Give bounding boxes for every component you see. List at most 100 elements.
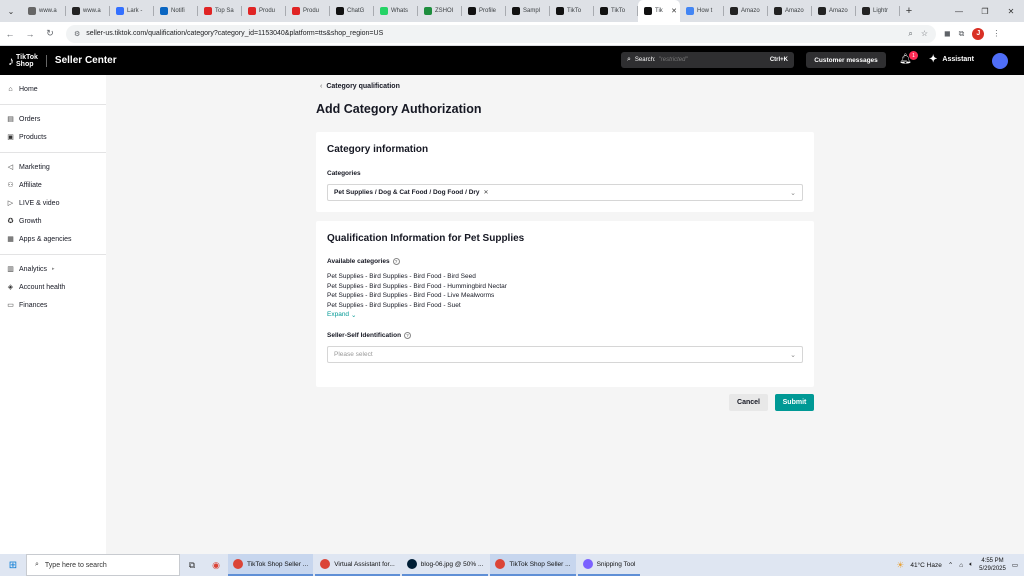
tab-label: Amazo bbox=[741, 8, 760, 14]
browser-tab[interactable]: ChatG bbox=[330, 0, 374, 22]
taskbar-app-button[interactable]: blog-06.jpg @ 50% ... bbox=[401, 554, 489, 576]
new-tab-button[interactable]: + bbox=[900, 5, 918, 17]
browser-tab[interactable]: Tik ✕ bbox=[638, 0, 680, 22]
taskbar-app-label: TikTok Shop Seller ... bbox=[247, 560, 309, 568]
app-icon bbox=[406, 559, 417, 569]
sidebar-item-growth[interactable]: ✪ Growth bbox=[0, 212, 106, 230]
browser-tab[interactable]: How t bbox=[680, 0, 724, 22]
logo-line2: Shop bbox=[16, 60, 34, 68]
user-avatar[interactable] bbox=[992, 53, 1008, 69]
breadcrumb[interactable]: ‹ Category qualification bbox=[320, 83, 400, 90]
browser-tab[interactable]: Lark - bbox=[110, 0, 154, 22]
cancel-button[interactable]: Cancel bbox=[729, 394, 768, 411]
tab-favicon-icon bbox=[862, 7, 870, 15]
sidebar-item-analytics[interactable]: ▥ Analytics ▸ bbox=[0, 260, 106, 278]
help-icon[interactable]: ? bbox=[404, 332, 412, 339]
profile-avatar[interactable]: J bbox=[972, 27, 985, 40]
browser-tab[interactable]: Amazo bbox=[812, 0, 856, 22]
address-bar[interactable]: ⚙ seller-us.tiktok.com/qualification/cat… bbox=[66, 24, 936, 43]
category-chip-label: Pet Supplies / Dog & Cat Food / Dog Food… bbox=[334, 189, 480, 196]
chrome-icon[interactable]: ◉ bbox=[204, 560, 228, 571]
sidebar-item-label: Growth bbox=[19, 217, 42, 225]
sidebar-item-affiliate[interactable]: ⚇ Affiliate bbox=[0, 176, 106, 194]
taskbar-search-input[interactable]: ⌕ Type here to search bbox=[26, 554, 180, 576]
tiktok-shop-logo[interactable]: ♪ TikTok Shop bbox=[8, 54, 38, 68]
tab-label: Notifi bbox=[171, 8, 185, 14]
browser-tab[interactable]: www.a bbox=[66, 0, 110, 22]
browser-tab[interactable]: ZSHOI bbox=[418, 0, 462, 22]
sidebar-item-apps-agencies[interactable]: ▦ Apps & agencies bbox=[0, 230, 106, 248]
taskbar-app-button[interactable]: Snipping Tool bbox=[577, 554, 641, 576]
tab-label: Profile bbox=[479, 8, 497, 14]
extension-icon[interactable]: ◼ bbox=[944, 29, 951, 38]
browser-tab[interactable]: Produ bbox=[286, 0, 330, 22]
browser-tab[interactable]: Amazo bbox=[724, 0, 768, 22]
browser-tab[interactable]: Profile bbox=[462, 0, 506, 22]
products-icon: ▣ bbox=[7, 134, 14, 141]
tab-label: TikTo bbox=[567, 8, 582, 14]
task-view-icon[interactable]: ⧉ bbox=[180, 560, 204, 571]
browser-tab[interactable]: TikTo bbox=[550, 0, 594, 22]
taskbar-app-button[interactable]: TikTok Shop Seller ... bbox=[228, 554, 314, 576]
categories-select[interactable]: Pet Supplies / Dog & Cat Food / Dog Food… bbox=[327, 184, 803, 201]
back-icon[interactable]: ← bbox=[0, 29, 20, 39]
sidebar-item-marketing[interactable]: ◁ Marketing bbox=[0, 158, 106, 176]
category-information-card: Category information Categories Pet Supp… bbox=[316, 132, 814, 212]
close-window-icon[interactable]: ✕ bbox=[998, 0, 1024, 22]
browser-tab[interactable]: Notifi bbox=[154, 0, 198, 22]
weather-text[interactable]: 41°C Haze bbox=[910, 562, 942, 569]
expand-link[interactable]: Expand ⌄ bbox=[327, 311, 357, 319]
browser-tab[interactable]: Whats bbox=[374, 0, 418, 22]
categories-label: Categories bbox=[327, 170, 361, 177]
zoom-icon[interactable]: ⌕ bbox=[908, 29, 912, 39]
site-info-icon[interactable]: ⚙ bbox=[74, 30, 80, 38]
help-icon[interactable]: ? bbox=[392, 258, 400, 265]
reload-icon[interactable]: ↻ bbox=[40, 28, 60, 39]
browser-tab[interactable]: www.a bbox=[22, 0, 66, 22]
browser-tab[interactable]: Produ bbox=[242, 0, 286, 22]
taskbar-app-label: TikTok Shop Seller ... bbox=[509, 560, 571, 568]
customer-messages-button[interactable]: Customer messages bbox=[806, 52, 886, 68]
taskbar-apps: TikTok Shop Seller ... Virtual Assistant … bbox=[228, 554, 642, 576]
url-text: seller-us.tiktok.com/qualification/categ… bbox=[86, 30, 384, 37]
browser-tab[interactable]: TikTo bbox=[594, 0, 638, 22]
sidebar-item-home[interactable]: ⌂ Home bbox=[0, 80, 106, 98]
taskbar-app-button[interactable]: Virtual Assistant for... bbox=[315, 554, 400, 576]
tray-chevron-up-icon[interactable]: ⌃ bbox=[948, 561, 953, 569]
sidebar-item-label: Analytics bbox=[19, 265, 48, 273]
windows-start-icon[interactable]: ⊞ bbox=[0, 560, 26, 571]
submit-button[interactable]: Submit bbox=[775, 394, 814, 411]
sparkle-icon: ✦ bbox=[929, 54, 938, 65]
browser-tab[interactable]: Amazo bbox=[768, 0, 812, 22]
bookmark-star-icon[interactable]: ☆ bbox=[921, 29, 928, 38]
sidebar-item-account-health[interactable]: ◈ Account health bbox=[0, 278, 106, 296]
tab-close-icon[interactable]: ✕ bbox=[671, 7, 677, 15]
browser-tab[interactable]: Top Sa bbox=[198, 0, 242, 22]
sidebar-item-live-video[interactable]: ▷ LIVE & video bbox=[0, 194, 106, 212]
apps-icon: ▦ bbox=[7, 236, 14, 243]
assistant-button[interactable]: ✦ Assistant bbox=[929, 54, 974, 65]
clock[interactable]: 4:55 PM 5/29/2025 bbox=[979, 557, 1006, 573]
extensions-puzzle-icon[interactable]: ⧉ bbox=[959, 29, 965, 39]
sidebar-item-orders[interactable]: ▤ Orders bbox=[0, 110, 106, 128]
taskbar-app-label: Virtual Assistant for... bbox=[334, 560, 395, 568]
restore-icon[interactable]: ❐ bbox=[972, 0, 998, 22]
browser-tab[interactable]: Sampl bbox=[506, 0, 550, 22]
volume-icon[interactable]: 🔈︎ bbox=[969, 561, 973, 569]
tab-search-icon[interactable]: ⌄ bbox=[0, 0, 22, 22]
seller-self-identification-select[interactable]: Please select ⌄ bbox=[327, 346, 803, 363]
window-controls: — ❐ ✕ bbox=[946, 0, 1024, 22]
network-icon[interactable]: ⌂ bbox=[959, 562, 963, 569]
taskbar-app-button[interactable]: TikTok Shop Seller ... bbox=[490, 554, 576, 576]
sidebar-item-finances[interactable]: ▭ Finances bbox=[0, 296, 106, 314]
browser-menu-icon[interactable]: ⋮ bbox=[992, 29, 1000, 38]
sidebar-item-products[interactable]: ▣ Products bbox=[0, 128, 106, 146]
header-search-input[interactable]: ⌕ Search: "restricted" Ctrl+K bbox=[621, 52, 794, 68]
notifications-icon[interactable]: ▭ bbox=[1012, 561, 1018, 569]
tab-favicon-icon bbox=[774, 7, 782, 15]
minimize-icon[interactable]: — bbox=[946, 0, 972, 22]
search-placeholder: "restricted" bbox=[658, 57, 688, 63]
forward-icon[interactable]: → bbox=[20, 29, 40, 39]
browser-tab[interactable]: Lightr bbox=[856, 0, 900, 22]
remove-chip-icon[interactable]: ✕ bbox=[484, 189, 489, 196]
